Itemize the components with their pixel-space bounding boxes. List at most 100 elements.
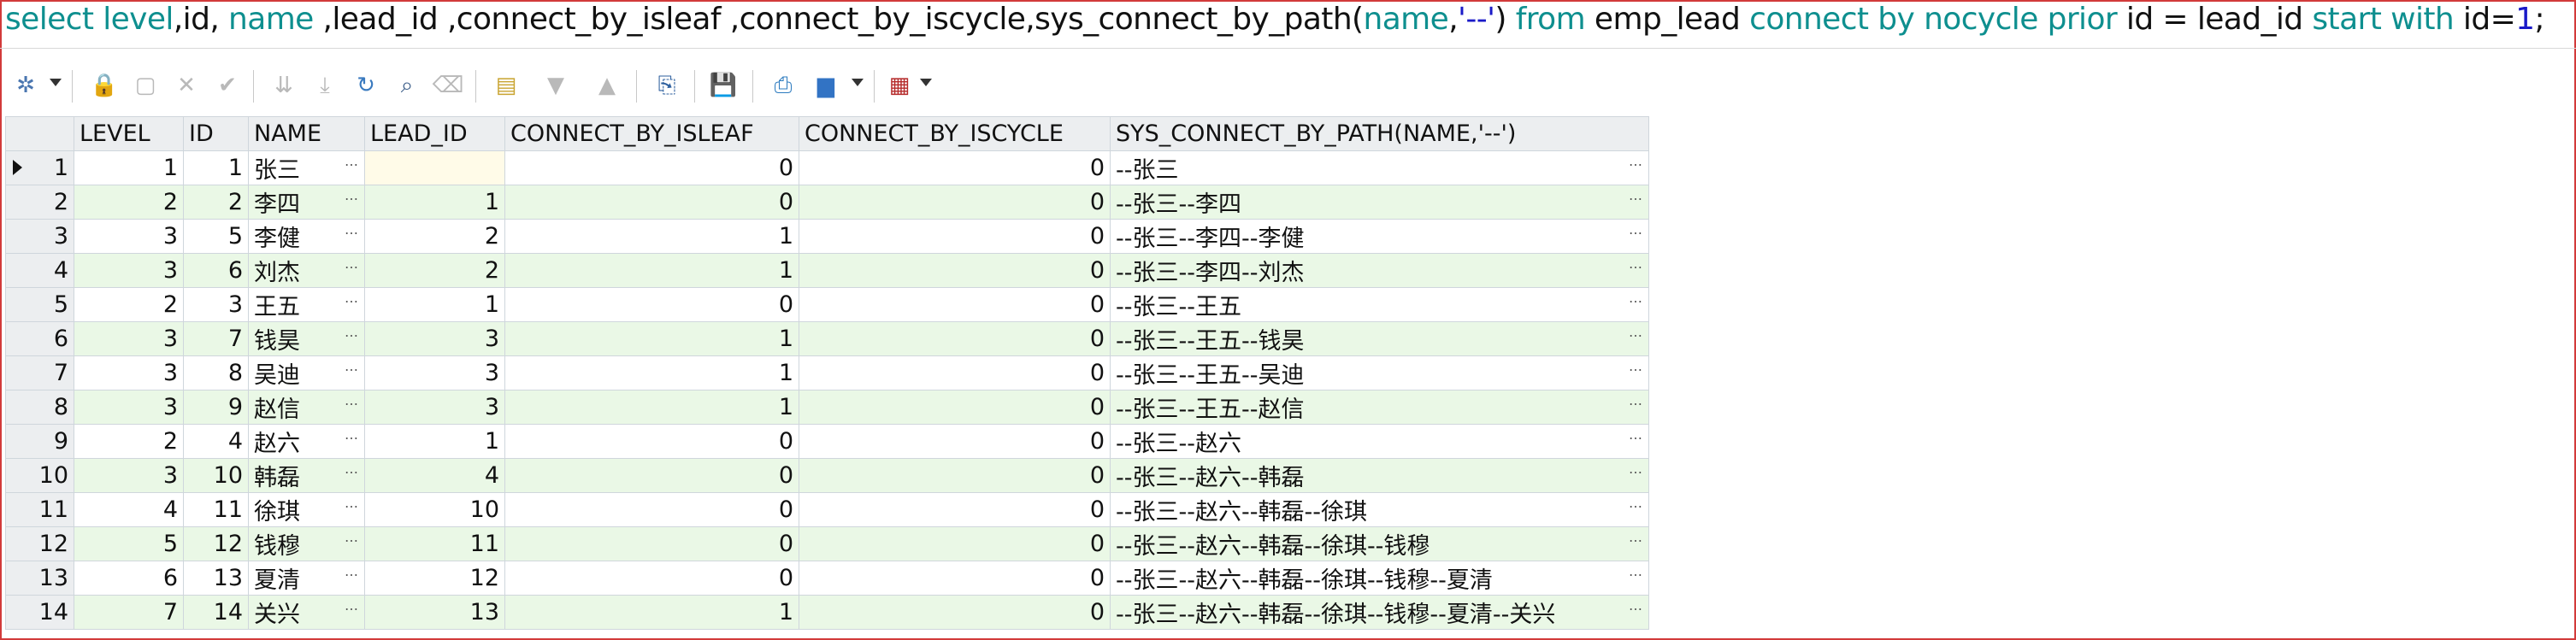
chevron-down-icon[interactable] xyxy=(920,79,932,86)
table-row[interactable]: 14 7 14 关兴… 13 1 0 --张三--赵六--韩磊--徐琪--钱穆--夏清--关兴… xyxy=(5,595,1649,630)
cell-sys-connect-by-path[interactable]: --张三--赵六--韩磊… xyxy=(1110,458,1649,493)
chevron-down-icon[interactable] xyxy=(50,79,62,86)
table-row[interactable]: 5 2 3 王五… 1 0 0 --张三--王五… xyxy=(5,287,1649,322)
cell-connect-by-isleaf[interactable]: 1 xyxy=(504,355,799,390)
cell-sys-connect-by-path[interactable]: --张三--李四--刘杰… xyxy=(1110,253,1649,288)
cell-sys-connect-by-path[interactable]: --张三--李四--李健… xyxy=(1110,219,1649,254)
cell-editor-ellipsis-icon[interactable]: … xyxy=(1629,461,1643,477)
cell-connect-by-isleaf[interactable]: 0 xyxy=(504,526,799,561)
cell-sys-connect-by-path[interactable]: --张三--王五… xyxy=(1110,287,1649,322)
cell-name[interactable]: 吴迪… xyxy=(248,355,365,390)
table-row[interactable]: 11 4 11 徐琪… 10 0 0 --张三--赵六--韩磊--徐琪… xyxy=(5,492,1649,527)
cell-sys-connect-by-path[interactable]: --张三--李四… xyxy=(1110,185,1649,220)
cell-connect-by-isleaf[interactable]: 0 xyxy=(504,561,799,596)
cell-connect-by-isleaf[interactable]: 1 xyxy=(504,219,799,254)
cell-sys-connect-by-path[interactable]: --张三--赵六--韩磊--徐琪--钱穆--夏清--关兴… xyxy=(1110,595,1649,630)
cell-connect-by-isleaf[interactable]: 0 xyxy=(504,458,799,493)
cell-sys-connect-by-path[interactable]: --张三… xyxy=(1110,150,1649,185)
cell-editor-ellipsis-icon[interactable]: … xyxy=(1629,392,1643,408)
cell-connect-by-iscycle[interactable]: 0 xyxy=(799,390,1111,425)
filter-icon[interactable]: ▼ xyxy=(539,68,573,103)
cell-id[interactable]: 11 xyxy=(183,492,249,527)
cell-id[interactable]: 3 xyxy=(183,287,249,322)
cell-lead-id[interactable]: 10 xyxy=(364,492,505,527)
table-row[interactable]: 4 3 6 刘杰… 2 1 0 --张三--李四--刘杰… xyxy=(5,253,1649,288)
table-row[interactable]: 7 3 8 吴迪… 3 1 0 --张三--王五--吴迪… xyxy=(5,355,1649,390)
save-icon[interactable]: 💾 xyxy=(706,68,740,103)
cell-name[interactable]: 张三… xyxy=(248,150,365,185)
cell-connect-by-iscycle[interactable]: 0 xyxy=(799,219,1111,254)
cell-connect-by-iscycle[interactable]: 0 xyxy=(799,561,1111,596)
row-number[interactable]: 3 xyxy=(5,219,74,254)
cell-lead-id[interactable] xyxy=(364,150,505,185)
sql-editor-line[interactable]: select level,id, name ,lead_id ,connect_… xyxy=(5,0,2545,41)
cell-name[interactable]: 钱昊… xyxy=(248,321,365,356)
table-row[interactable]: 3 3 5 李健… 2 1 0 --张三--李四--李健… xyxy=(5,219,1649,254)
cell-lead-id[interactable]: 11 xyxy=(364,526,505,561)
cell-lead-id[interactable]: 2 xyxy=(364,253,505,288)
cell-editor-ellipsis-icon[interactable]: … xyxy=(345,426,359,443)
cell-editor-ellipsis-icon[interactable]: … xyxy=(1629,221,1643,238)
cell-id[interactable]: 9 xyxy=(183,390,249,425)
cell-id[interactable]: 12 xyxy=(183,526,249,561)
cell-sys-connect-by-path[interactable]: --张三--赵六--韩磊--徐琪… xyxy=(1110,492,1649,527)
cell-id[interactable]: 1 xyxy=(183,150,249,185)
cell-connect-by-isleaf[interactable]: 1 xyxy=(504,595,799,630)
cell-lead-id[interactable]: 1 xyxy=(364,424,505,459)
cell-level[interactable]: 3 xyxy=(74,458,184,493)
cell-name[interactable]: 刘杰… xyxy=(248,253,365,288)
cell-editor-ellipsis-icon[interactable]: … xyxy=(345,187,359,203)
cell-id[interactable]: 10 xyxy=(183,458,249,493)
cell-editor-ellipsis-icon[interactable]: … xyxy=(1629,529,1643,545)
cell-editor-ellipsis-icon[interactable]: … xyxy=(345,153,359,169)
cell-name[interactable]: 赵信… xyxy=(248,390,365,425)
table-row[interactable]: 6 3 7 钱昊… 3 1 0 --张三--王五--钱昊… xyxy=(5,321,1649,356)
cell-editor-ellipsis-icon[interactable]: … xyxy=(1629,426,1643,443)
find-icon[interactable]: ⌕ xyxy=(390,68,424,103)
cell-editor-ellipsis-icon[interactable]: … xyxy=(345,529,359,545)
cell-connect-by-iscycle[interactable]: 0 xyxy=(799,424,1111,459)
cell-id[interactable]: 8 xyxy=(183,355,249,390)
cell-editor-ellipsis-icon[interactable]: … xyxy=(1629,290,1643,306)
cell-id[interactable]: 6 xyxy=(183,253,249,288)
column-header-id[interactable]: ID xyxy=(183,116,249,151)
cell-connect-by-isleaf[interactable]: 1 xyxy=(504,253,799,288)
cell-editor-ellipsis-icon[interactable]: … xyxy=(345,461,359,477)
cell-lead-id[interactable]: 2 xyxy=(364,219,505,254)
row-number[interactable]: 1 xyxy=(5,150,74,185)
cell-lead-id[interactable]: 12 xyxy=(364,561,505,596)
table-row[interactable]: 9 2 4 赵六… 1 0 0 --张三--赵六… xyxy=(5,424,1649,459)
cell-editor-ellipsis-icon[interactable]: … xyxy=(1629,563,1643,579)
column-header-connect-by-isleaf[interactable]: CONNECT_BY_ISLEAF xyxy=(504,116,799,151)
cell-id[interactable]: 14 xyxy=(183,595,249,630)
cell-editor-ellipsis-icon[interactable]: … xyxy=(1629,255,1643,272)
export-icon[interactable]: ⎘ xyxy=(650,68,684,103)
cell-lead-id[interactable]: 3 xyxy=(364,355,505,390)
row-number[interactable]: 7 xyxy=(5,355,74,390)
cell-id[interactable]: 7 xyxy=(183,321,249,356)
table-row[interactable]: 13 6 13 夏清… 12 0 0 --张三--赵六--韩磊--徐琪--钱穆--夏清… xyxy=(5,561,1649,596)
cell-name[interactable]: 赵六… xyxy=(248,424,365,459)
grid-options-icon[interactable]: ✲ xyxy=(9,68,43,103)
row-number[interactable]: 14 xyxy=(5,595,74,630)
cell-lead-id[interactable]: 1 xyxy=(364,287,505,322)
cell-level[interactable]: 7 xyxy=(74,595,184,630)
cell-level[interactable]: 3 xyxy=(74,253,184,288)
cell-editor-ellipsis-icon[interactable]: … xyxy=(345,495,359,511)
post-changes-icon[interactable]: ✔ xyxy=(210,68,245,103)
cell-editor-ellipsis-icon[interactable]: … xyxy=(345,597,359,614)
cell-editor-ellipsis-icon[interactable]: … xyxy=(1629,495,1643,511)
column-header-level[interactable]: LEVEL xyxy=(74,116,184,151)
cell-connect-by-iscycle[interactable]: 0 xyxy=(799,321,1111,356)
cell-connect-by-iscycle[interactable]: 0 xyxy=(799,185,1111,220)
cell-name[interactable]: 关兴… xyxy=(248,595,365,630)
new-record-icon[interactable]: ▢ xyxy=(128,68,162,103)
cell-editor-ellipsis-icon[interactable]: … xyxy=(345,324,359,340)
cell-level[interactable]: 3 xyxy=(74,390,184,425)
column-header-sys-connect-by-path[interactable]: SYS_CONNECT_BY_PATH(NAME,'--') xyxy=(1110,116,1649,151)
cell-name[interactable]: 王五… xyxy=(248,287,365,322)
clear-filter-icon[interactable]: ▲ xyxy=(590,68,624,103)
lock-icon[interactable]: 🔒 xyxy=(87,68,121,103)
cell-level[interactable]: 2 xyxy=(74,424,184,459)
cell-name[interactable]: 徐琪… xyxy=(248,492,365,527)
